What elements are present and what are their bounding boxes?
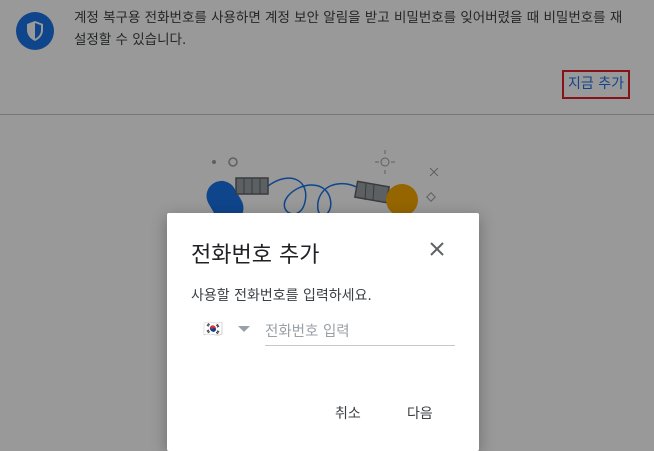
close-icon: [430, 242, 444, 256]
close-button[interactable]: [425, 237, 449, 261]
country-select[interactable]: 🇰🇷: [203, 319, 253, 339]
cancel-button[interactable]: 취소: [331, 401, 365, 425]
page: 계정 복구용 전화번호를 사용하면 계정 보안 알림을 받고 비밀번호를 잊어버…: [0, 0, 654, 451]
add-phone-dialog: 전화번호 추가 사용할 전화번호를 입력하세요. 🇰🇷 취소 다음: [167, 213, 479, 451]
chevron-down-icon: [237, 326, 250, 332]
phone-field: [265, 321, 455, 346]
dialog-title: 전화번호 추가: [191, 243, 320, 268]
phone-input[interactable]: [265, 321, 455, 343]
korea-flag-icon: 🇰🇷: [203, 319, 223, 338]
dialog-description: 사용할 전화번호를 입력하세요.: [191, 288, 372, 304]
next-button[interactable]: 다음: [403, 401, 437, 425]
